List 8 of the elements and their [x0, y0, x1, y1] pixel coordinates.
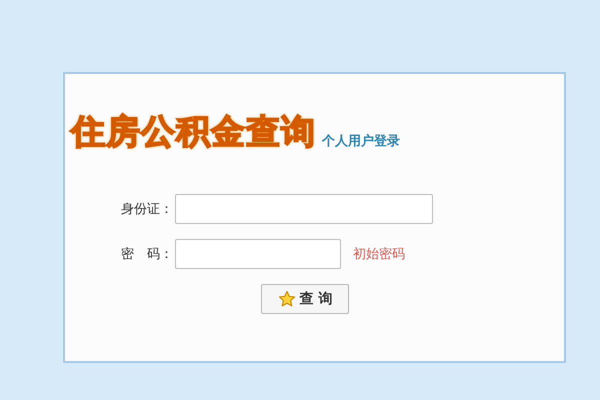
password-field[interactable] [175, 239, 341, 269]
field-label: 身份证： [120, 201, 174, 218]
id-field[interactable] [175, 194, 433, 224]
page-title: 住房公积金查询 [71, 111, 316, 154]
star-icon [278, 290, 296, 308]
field-label: 密 码： [120, 246, 174, 263]
query-button[interactable]: 查 询 [261, 284, 349, 314]
subtitle: 个人用户登录 [322, 132, 400, 150]
